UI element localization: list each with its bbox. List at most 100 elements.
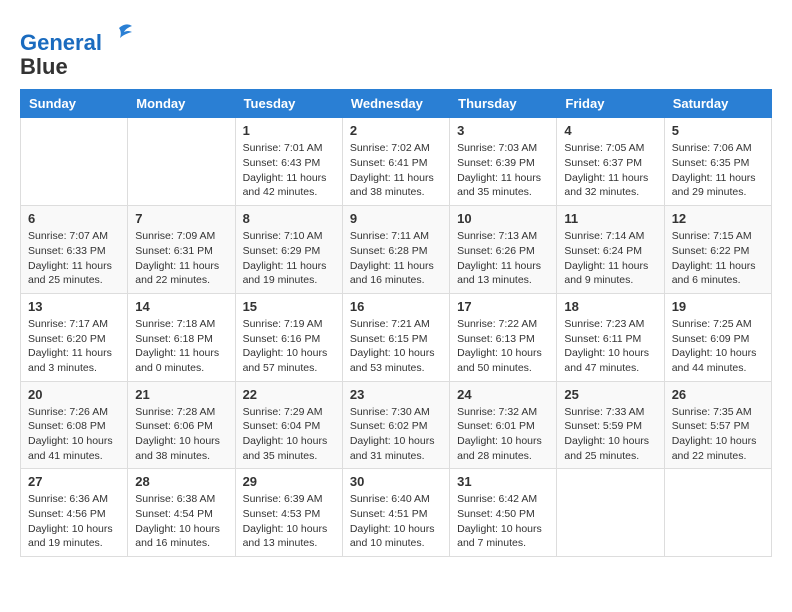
calendar-cell: 5Sunrise: 7:06 AM Sunset: 6:35 PM Daylig…: [664, 118, 771, 206]
day-info: Sunrise: 7:19 AM Sunset: 6:16 PM Dayligh…: [243, 317, 335, 376]
calendar-cell: 29 Sunrise: 6:39 AM Sunset: 4:53 PM Dayli…: [235, 469, 342, 557]
day-number: 31: [457, 474, 549, 489]
calendar-week-2: 6Sunrise: 7:07 AM Sunset: 6:33 PM Daylig…: [21, 206, 772, 294]
calendar-cell: 10 Sunrise: 7:13 AM Sunset: 6:26 PM Dayli…: [450, 206, 557, 294]
day-number: 24: [457, 387, 549, 402]
calendar-cell: [128, 118, 235, 206]
day-number: 23: [350, 387, 442, 402]
calendar-cell: 9Sunrise: 7:11 AM Sunset: 6:28 PM Daylig…: [342, 206, 449, 294]
logo-text: General Blue: [20, 20, 134, 79]
day-number: 2: [350, 123, 442, 138]
calendar-cell: 4Sunrise: 7:05 AM Sunset: 6:37 PM Daylig…: [557, 118, 664, 206]
day-number: 4: [564, 123, 656, 138]
weekday-header-wednesday: Wednesday: [342, 90, 449, 118]
day-number: 30: [350, 474, 442, 489]
day-number: 14: [135, 299, 227, 314]
weekday-header-thursday: Thursday: [450, 90, 557, 118]
day-number: 13: [28, 299, 120, 314]
day-info: Sunrise: 7:30 AM Sunset: 6:02 PM Dayligh…: [350, 405, 442, 464]
day-info: Sunrise: 7:22 AM Sunset: 6:13 PM Dayligh…: [457, 317, 549, 376]
calendar-week-4: 20 Sunrise: 7:26 AM Sunset: 6:08 PM Dayli…: [21, 381, 772, 469]
day-info: Sunrise: 6:39 AM Sunset: 4:53 PM Dayligh…: [243, 492, 335, 551]
calendar-cell: 13 Sunrise: 7:17 AM Sunset: 6:20 PM Dayli…: [21, 293, 128, 381]
day-number: 1: [243, 123, 335, 138]
day-number: 18: [564, 299, 656, 314]
day-number: 25: [564, 387, 656, 402]
day-number: 28: [135, 474, 227, 489]
calendar-cell: 8 Sunrise: 7:10 AM Sunset: 6:29 PM Daylig…: [235, 206, 342, 294]
day-number: 9: [350, 211, 442, 226]
weekday-header-saturday: Saturday: [664, 90, 771, 118]
day-info: Sunrise: 6:36 AM Sunset: 4:56 PM Dayligh…: [28, 492, 120, 551]
calendar-cell: 26 Sunrise: 7:35 AM Sunset: 5:57 PM Dayli…: [664, 381, 771, 469]
day-info: Sunrise: 7:10 AM Sunset: 6:29 PM Dayligh…: [243, 229, 335, 288]
day-info: Sunrise: 7:14 AM Sunset: 6:24 PM Dayligh…: [564, 229, 656, 288]
calendar-header: SundayMondayTuesdayWednesdayThursdayFrid…: [21, 90, 772, 118]
calendar-cell: 18 Sunrise: 7:23 AM Sunset: 6:11 PM Dayli…: [557, 293, 664, 381]
day-number: 15: [243, 299, 335, 314]
day-number: 6: [28, 211, 120, 226]
day-number: 22: [243, 387, 335, 402]
calendar-week-1: 1 Sunrise: 7:01 AM Sunset: 6:43 PM Daylig…: [21, 118, 772, 206]
day-info: Sunrise: 7:21 AM Sunset: 6:15 PM Dayligh…: [350, 317, 442, 376]
day-info: Sunrise: 7:09 AM Sunset: 6:31 PM Dayligh…: [135, 229, 227, 288]
calendar-cell: 21Sunrise: 7:28 AM Sunset: 6:06 PM Dayli…: [128, 381, 235, 469]
day-info: Sunrise: 7:02 AM Sunset: 6:41 PM Dayligh…: [350, 141, 442, 200]
day-info: Sunrise: 7:35 AM Sunset: 5:57 PM Dayligh…: [672, 405, 764, 464]
calendar-cell: 28Sunrise: 6:38 AM Sunset: 4:54 PM Dayli…: [128, 469, 235, 557]
calendar-cell: 3Sunrise: 7:03 AM Sunset: 6:39 PM Daylig…: [450, 118, 557, 206]
day-number: 19: [672, 299, 764, 314]
day-info: Sunrise: 7:01 AM Sunset: 6:43 PM Dayligh…: [243, 141, 335, 200]
day-info: Sunrise: 7:18 AM Sunset: 6:18 PM Dayligh…: [135, 317, 227, 376]
day-number: 20: [28, 387, 120, 402]
weekday-header-sunday: Sunday: [21, 90, 128, 118]
day-info: Sunrise: 7:23 AM Sunset: 6:11 PM Dayligh…: [564, 317, 656, 376]
calendar-cell: [557, 469, 664, 557]
calendar-cell: 27 Sunrise: 6:36 AM Sunset: 4:56 PM Dayli…: [21, 469, 128, 557]
day-info: Sunrise: 7:13 AM Sunset: 6:26 PM Dayligh…: [457, 229, 549, 288]
day-info: Sunrise: 7:26 AM Sunset: 6:08 PM Dayligh…: [28, 405, 120, 464]
day-number: 7: [135, 211, 227, 226]
calendar-cell: 22 Sunrise: 7:29 AM Sunset: 6:04 PM Dayli…: [235, 381, 342, 469]
day-info: Sunrise: 7:17 AM Sunset: 6:20 PM Dayligh…: [28, 317, 120, 376]
weekday-header-tuesday: Tuesday: [235, 90, 342, 118]
logo: General Blue: [20, 20, 134, 79]
page-header: General Blue: [20, 20, 772, 79]
calendar-table: SundayMondayTuesdayWednesdayThursdayFrid…: [20, 89, 772, 557]
calendar-cell: 24Sunrise: 7:32 AM Sunset: 6:01 PM Dayli…: [450, 381, 557, 469]
calendar-cell: 1 Sunrise: 7:01 AM Sunset: 6:43 PM Daylig…: [235, 118, 342, 206]
calendar-cell: [21, 118, 128, 206]
calendar-cell: 25 Sunrise: 7:33 AM Sunset: 5:59 PM Dayli…: [557, 381, 664, 469]
day-number: 26: [672, 387, 764, 402]
logo-bird-icon: [104, 20, 134, 50]
calendar-cell: 14 Sunrise: 7:18 AM Sunset: 6:18 PM Dayli…: [128, 293, 235, 381]
day-number: 16: [350, 299, 442, 314]
calendar-cell: 2 Sunrise: 7:02 AM Sunset: 6:41 PM Daylig…: [342, 118, 449, 206]
day-number: 8: [243, 211, 335, 226]
day-number: 27: [28, 474, 120, 489]
calendar-cell: [664, 469, 771, 557]
day-number: 5: [672, 123, 764, 138]
calendar-cell: 6Sunrise: 7:07 AM Sunset: 6:33 PM Daylig…: [21, 206, 128, 294]
day-number: 12: [672, 211, 764, 226]
day-info: Sunrise: 6:42 AM Sunset: 4:50 PM Dayligh…: [457, 492, 549, 551]
weekday-header-monday: Monday: [128, 90, 235, 118]
day-info: Sunrise: 7:15 AM Sunset: 6:22 PM Dayligh…: [672, 229, 764, 288]
day-info: Sunrise: 6:40 AM Sunset: 4:51 PM Dayligh…: [350, 492, 442, 551]
calendar-cell: 15 Sunrise: 7:19 AM Sunset: 6:16 PM Dayli…: [235, 293, 342, 381]
calendar-week-3: 13 Sunrise: 7:17 AM Sunset: 6:20 PM Dayli…: [21, 293, 772, 381]
day-info: Sunrise: 7:29 AM Sunset: 6:04 PM Dayligh…: [243, 405, 335, 464]
weekday-header-friday: Friday: [557, 90, 664, 118]
calendar-cell: 20 Sunrise: 7:26 AM Sunset: 6:08 PM Dayli…: [21, 381, 128, 469]
day-info: Sunrise: 7:33 AM Sunset: 5:59 PM Dayligh…: [564, 405, 656, 464]
calendar-cell: 19Sunrise: 7:25 AM Sunset: 6:09 PM Dayli…: [664, 293, 771, 381]
calendar-cell: 30 Sunrise: 6:40 AM Sunset: 4:51 PM Dayli…: [342, 469, 449, 557]
calendar-cell: 23 Sunrise: 7:30 AM Sunset: 6:02 PM Dayli…: [342, 381, 449, 469]
day-number: 29: [243, 474, 335, 489]
day-info: Sunrise: 7:28 AM Sunset: 6:06 PM Dayligh…: [135, 405, 227, 464]
calendar-cell: 11Sunrise: 7:14 AM Sunset: 6:24 PM Dayli…: [557, 206, 664, 294]
day-number: 3: [457, 123, 549, 138]
day-number: 10: [457, 211, 549, 226]
calendar-cell: 16 Sunrise: 7:21 AM Sunset: 6:15 PM Dayli…: [342, 293, 449, 381]
calendar-cell: 17Sunrise: 7:22 AM Sunset: 6:13 PM Dayli…: [450, 293, 557, 381]
